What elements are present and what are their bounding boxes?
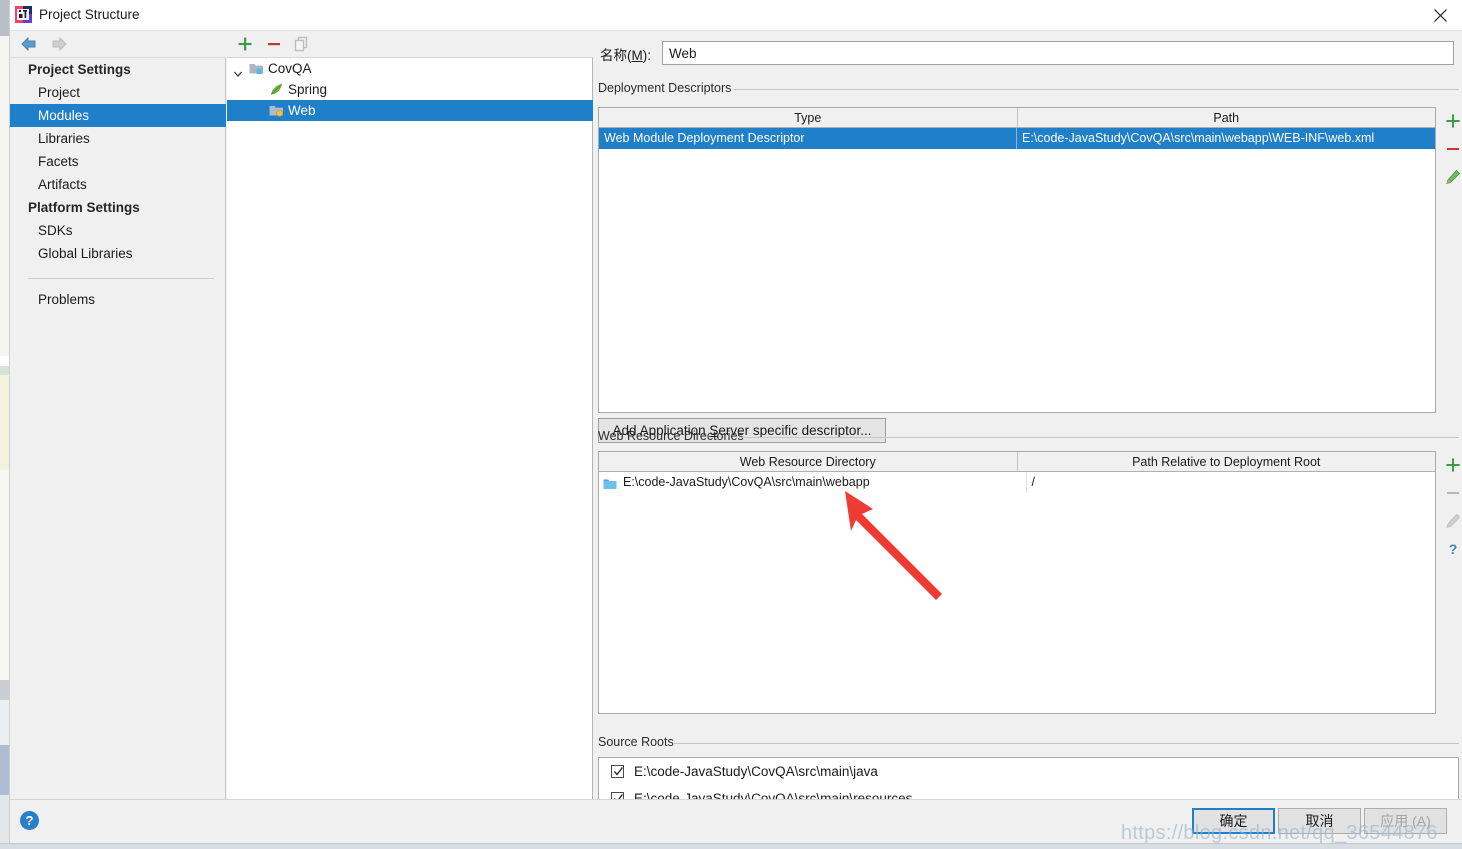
- dialog-title: Project Structure: [39, 7, 140, 22]
- web-resource-directories-toolbar: ?: [1439, 451, 1462, 563]
- deployment-descriptors-table: Type Path Web Module Deployment Descript…: [598, 107, 1436, 413]
- column-header-type[interactable]: Type: [599, 108, 1018, 127]
- cell-web-resource-directory: E:\code-JavaStudy\CovQA\src\main\webapp: [599, 472, 1027, 493]
- web-module-icon: [269, 103, 284, 118]
- source-root-item-java[interactable]: E:\code-JavaStudy\CovQA\src\main\java: [599, 758, 1458, 785]
- background-desktop: [0, 0, 9, 849]
- column-header-web-resource-directory[interactable]: Web Resource Directory: [599, 452, 1018, 471]
- bg-segment: [0, 356, 9, 366]
- cell-path-relative: /: [1031, 475, 1035, 489]
- dialog-footer: ? 确定 取消 应用 (A): [10, 799, 1462, 849]
- remove-web-resource-button: [1439, 479, 1462, 507]
- source-root-label: E:\code-JavaStudy\CovQA\src\main\java: [634, 764, 878, 779]
- project-structure-dialog: Project Structure Project Settings Proje…: [9, 0, 1462, 849]
- column-header-path[interactable]: Path: [1018, 108, 1436, 127]
- cancel-button[interactable]: 取消: [1278, 808, 1361, 834]
- desktop-taskbar: [0, 843, 1462, 849]
- module-folder-icon: [249, 61, 264, 76]
- module-tree: CovQA Spring Web: [227, 58, 593, 121]
- copy-icon: [292, 34, 314, 55]
- add-web-resource-button[interactable]: [1439, 451, 1462, 479]
- cell-path: E:\code-JavaStudy\CovQA\src\main\webapp\…: [1022, 131, 1375, 145]
- checkbox-source-root-java[interactable]: [611, 765, 624, 778]
- bg-segment: [0, 0, 9, 36]
- bg-segment: [0, 700, 9, 745]
- sidebar-nav-toolbar: [10, 31, 226, 58]
- cell-type: Web Module Deployment Descriptor: [599, 128, 1017, 149]
- source-roots-label: Source Roots: [598, 735, 674, 749]
- cell-text: E:\code-JavaStudy\CovQA\src\main\webapp: [623, 475, 870, 489]
- tree-row-label: Spring: [288, 82, 328, 97]
- tree-row-covqa[interactable]: CovQA: [227, 58, 593, 79]
- module-tree-toolbar: [227, 31, 593, 58]
- sidebar-item-artifacts[interactable]: Artifacts: [10, 173, 226, 196]
- add-descriptor-button[interactable]: [1439, 107, 1462, 135]
- sidebar-group-project-settings: Project Settings: [28, 62, 131, 77]
- spring-leaf-icon: [269, 82, 284, 97]
- apply-button: 应用 (A): [1364, 808, 1447, 834]
- bg-segment: [0, 36, 9, 356]
- ok-button[interactable]: 确定: [1192, 808, 1275, 834]
- group-divider: [673, 743, 1459, 744]
- deployment-descriptors-toolbar: [1439, 107, 1462, 191]
- chevron-down-icon[interactable]: [233, 64, 243, 77]
- edit-web-resource-button: [1439, 507, 1462, 535]
- arrow-right-icon: [48, 36, 70, 54]
- help-question-icon[interactable]: ?: [1439, 535, 1462, 563]
- column-header-path-relative[interactable]: Path Relative to Deployment Root: [1018, 452, 1436, 471]
- sidebar-item-problems[interactable]: Problems: [10, 288, 226, 311]
- tree-row-label: Web: [288, 103, 316, 118]
- minus-icon[interactable]: [264, 34, 286, 55]
- folder-icon: [603, 476, 617, 489]
- sidebar-item-project[interactable]: Project: [10, 81, 226, 104]
- dialog-titlebar: Project Structure: [10, 0, 1462, 31]
- intellij-idea-logo-icon: [15, 6, 32, 23]
- remove-descriptor-button[interactable]: [1439, 135, 1462, 163]
- tree-row-spring[interactable]: Spring: [227, 79, 593, 100]
- bg-segment: [0, 366, 9, 375]
- table-header-row: Type Path: [599, 108, 1435, 128]
- bg-segment: [0, 745, 9, 795]
- module-tree-pane: CovQA Spring Web: [227, 31, 593, 799]
- tree-row-web[interactable]: Web: [227, 100, 593, 121]
- table-row[interactable]: Web Module Deployment Descriptor E:\code…: [599, 128, 1435, 149]
- sidebar-group-platform-settings: Platform Settings: [28, 200, 140, 215]
- web-resource-directories-table: Web Resource Directory Path Relative to …: [598, 451, 1436, 714]
- module-settings-panel: 名称(M): Deployment Descriptors Type Path …: [594, 31, 1462, 819]
- svg-text:?: ?: [1449, 541, 1458, 557]
- module-name-input[interactable]: [662, 41, 1454, 65]
- module-name-label: 名称(M):: [600, 48, 651, 63]
- sidebar-item-libraries[interactable]: Libraries: [10, 127, 226, 150]
- web-resource-directories-label: Web Resource Directories: [598, 429, 744, 443]
- bg-segment: [0, 375, 9, 470]
- sidebar-divider: [28, 278, 214, 279]
- sidebar-item-sdks[interactable]: SDKs: [10, 219, 226, 242]
- sidebar-item-global-libraries[interactable]: Global Libraries: [10, 242, 226, 265]
- bg-segment: [0, 680, 9, 700]
- bg-segment: [0, 470, 9, 680]
- bg-segment: [0, 795, 9, 849]
- plus-icon[interactable]: [235, 34, 257, 55]
- tree-row-label: CovQA: [268, 61, 312, 76]
- settings-sidebar: Project Settings Project Modules Librari…: [10, 31, 226, 799]
- deployment-descriptors-label: Deployment Descriptors: [598, 81, 732, 95]
- group-divider: [734, 89, 1459, 90]
- table-header-row: Web Resource Directory Path Relative to …: [599, 452, 1435, 472]
- table-row[interactable]: E:\code-JavaStudy\CovQA\src\main\webapp …: [599, 472, 1435, 493]
- close-icon[interactable]: [1417, 0, 1462, 31]
- sidebar-item-facets[interactable]: Facets: [10, 150, 226, 173]
- group-divider: [742, 437, 1459, 438]
- help-question-icon[interactable]: ?: [20, 811, 39, 830]
- sidebar-item-modules[interactable]: Modules: [10, 104, 226, 127]
- edit-descriptor-button[interactable]: [1439, 163, 1462, 191]
- sidebar-item-list: Project Settings Project Modules Librari…: [10, 58, 226, 311]
- arrow-left-icon[interactable]: [20, 36, 42, 54]
